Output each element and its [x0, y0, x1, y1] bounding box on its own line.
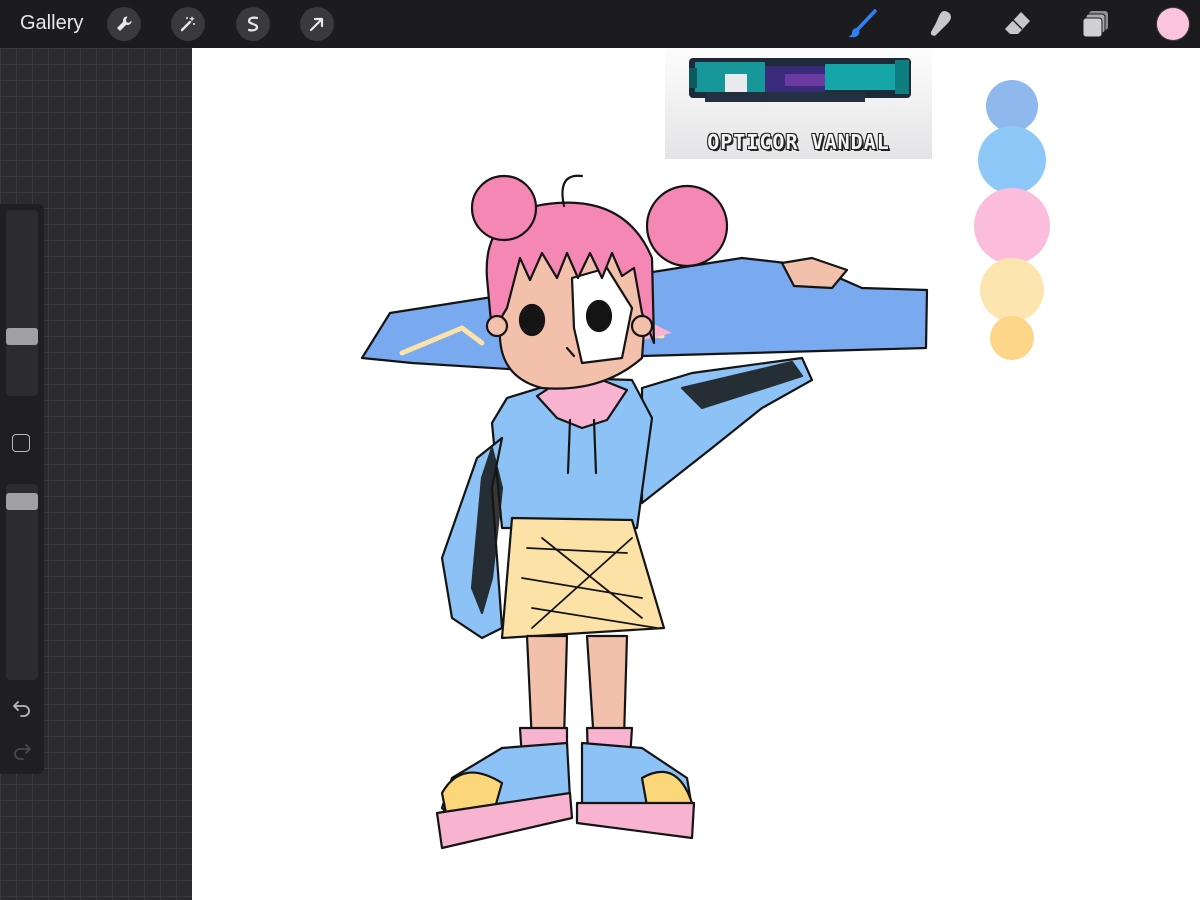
rifle-reference-picture	[689, 58, 911, 102]
brush-button[interactable]	[845, 7, 879, 41]
magic-wand-icon	[180, 16, 195, 32]
transform-button[interactable]	[300, 7, 334, 41]
transform-arrow-icon	[309, 17, 324, 32]
gallery-button[interactable]: Gallery	[20, 12, 83, 35]
opacity-slider[interactable]	[6, 484, 38, 680]
selection-icon	[247, 16, 259, 32]
reference-image-caption: OPTICOR VANDAL	[707, 130, 890, 154]
brush-size-slider-handle[interactable]	[6, 328, 38, 346]
brush-size-slider[interactable]	[6, 210, 38, 396]
smudge-button[interactable]	[923, 7, 957, 41]
smudge-icon	[930, 11, 951, 36]
top-toolbar: Gallery	[0, 0, 1200, 48]
opacity-slider-handle[interactable]	[6, 492, 38, 510]
drawing-canvas[interactable]: OPTICOR VANDAL	[192, 48, 1200, 900]
undo-icon[interactable]	[10, 696, 34, 720]
reference-image: OPTICOR VANDAL	[665, 48, 932, 159]
current-color-swatch[interactable]	[1157, 8, 1189, 40]
selection-button[interactable]	[236, 7, 270, 41]
eraser-icon	[1005, 12, 1030, 34]
palette-swatch	[986, 80, 1038, 132]
character-illustration	[360, 174, 929, 850]
right-hair-bun	[645, 184, 729, 268]
adjustments-button[interactable]	[171, 7, 205, 41]
layers-icon	[1082, 11, 1108, 38]
brush-icon	[848, 9, 877, 38]
redo-icon[interactable]	[10, 739, 34, 763]
eraser-button[interactable]	[1001, 7, 1035, 41]
actions-button[interactable]	[107, 7, 141, 41]
left-hair-bun	[470, 174, 538, 242]
layers-button[interactable]	[1079, 7, 1113, 41]
wrench-icon	[117, 16, 132, 31]
modify-square-icon[interactable]	[12, 434, 30, 452]
left-sidebar	[0, 204, 44, 774]
